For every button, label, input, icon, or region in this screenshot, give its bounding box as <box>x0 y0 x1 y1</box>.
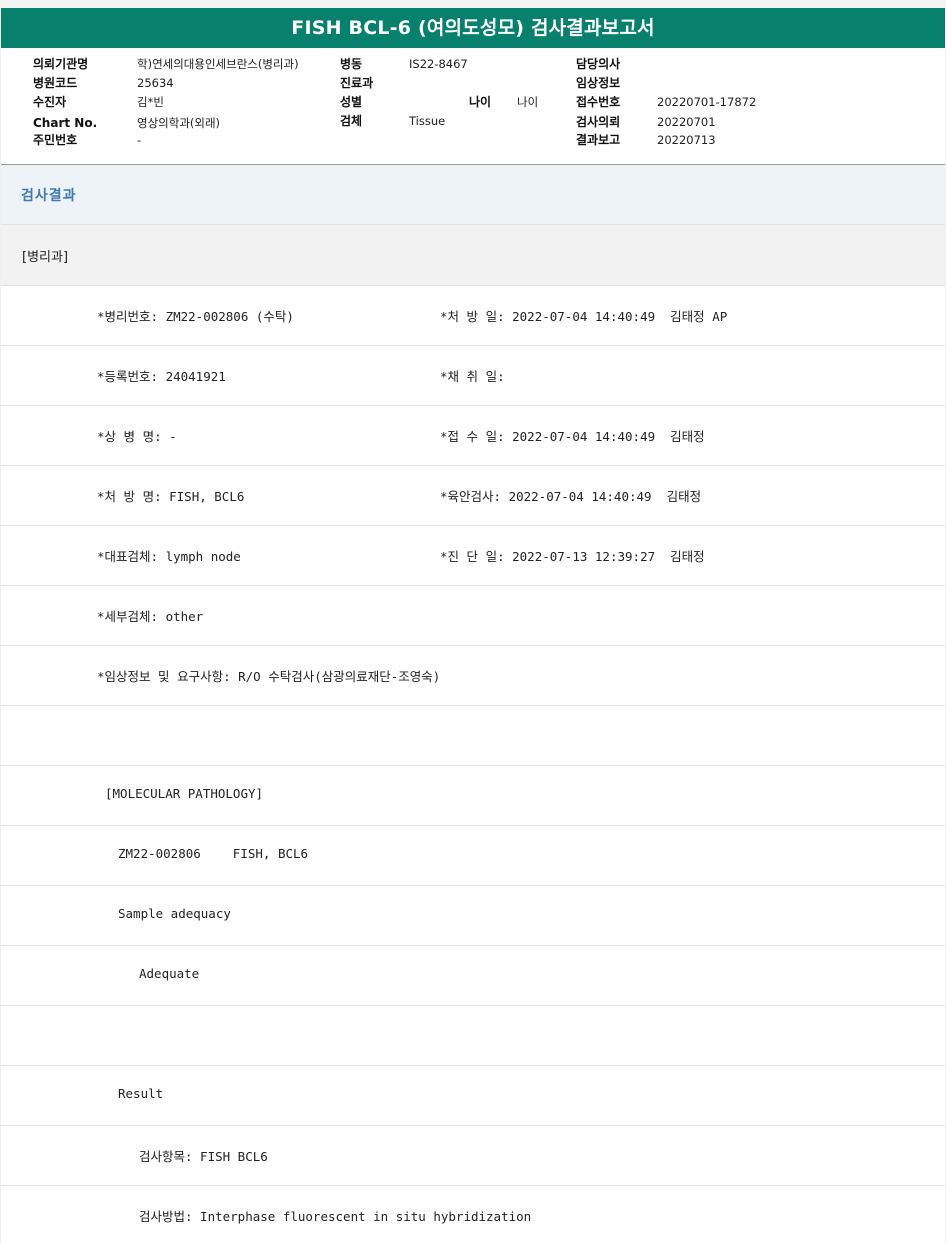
result-row: *상 병 명: - *접 수 일: 2022-07-04 14:40:49 김태… <box>1 406 945 466</box>
label-report-date: 결과보고 <box>576 133 621 147</box>
value-ward: IS22-8467 <box>409 57 468 71</box>
label-ward: 병동 <box>340 57 363 71</box>
representative-specimen: *대표검체: lymph node <box>97 549 241 564</box>
result-row: 검사항목: FISH BCL6 <box>1 1126 945 1186</box>
section-header-results: 검사결과 <box>1 166 945 225</box>
clinical-request: *임상정보 및 요구사항: R/O 수탁검사(삼광의료재단-조영숙) <box>97 669 441 684</box>
prescription-date: *처 방 일: 2022-07-04 14:40:49 김태정 AP <box>440 309 728 324</box>
label-age: 나이 <box>469 95 492 109</box>
value-requesting-institution: 학)연세의대용인세브란스(병리과) <box>137 57 299 71</box>
top-strip <box>0 0 946 8</box>
blank-row <box>1 706 945 766</box>
label-sex: 성별 <box>340 95 363 109</box>
result-row: *대표검체: lymph node *진 단 일: 2022-07-13 12:… <box>1 526 945 586</box>
test-item: 검사항목: FISH BCL6 <box>139 1149 268 1164</box>
diagnosis-date: *진 단 일: 2022-07-13 12:39:27 김태정 <box>440 549 705 564</box>
value-request-date: 20220701 <box>657 115 716 129</box>
result-row: Result <box>1 1066 945 1126</box>
label-clinical-info: 임상정보 <box>576 76 621 90</box>
section-title: 검사결과 <box>21 188 77 204</box>
value-chart-no: 영상의학과(외래) <box>137 116 221 130</box>
pathology-number: *병리번호: ZM22-002806 (수탁) <box>97 309 294 324</box>
value-age: 나이 <box>517 95 539 109</box>
case-number: ZM22-002806 <box>118 846 201 861</box>
result-row: *처 방 명: FISH, BCL6 *육안검사: 2022-07-04 14:… <box>1 466 945 526</box>
report-page: FISH BCL-6 (여의도성모) 검사결과보고서 의뢰기관명 학)연세의대용… <box>0 0 946 1243</box>
result-label: Result <box>118 1086 164 1101</box>
value-accession-number: 20220701-17872 <box>657 95 757 109</box>
gross-exam-date: *육안검사: 2022-07-04 14:40:49 김태정 <box>440 489 702 504</box>
result-row: *등록번호: 24041921 *채 취 일: <box>1 346 945 406</box>
label-patient: 수진자 <box>33 95 67 109</box>
value-patient: 김*빈 <box>137 95 164 109</box>
label-attending-doctor: 담당의사 <box>576 57 621 71</box>
label-resident-number: 주민번호 <box>33 133 78 147</box>
subsection-title: [병리과] <box>22 250 69 265</box>
label-accession-number: 접수번호 <box>576 95 621 109</box>
label-request-date: 검사의뢰 <box>576 115 621 129</box>
label-requesting-institution: 의뢰기관명 <box>33 57 89 71</box>
blank-row <box>1 1006 945 1066</box>
result-row: ZM22-002806 FISH, BCL6 <box>1 826 945 886</box>
test-method: 검사방법: Interphase fluorescent in situ hyb… <box>139 1209 532 1224</box>
receipt-date: *접 수 일: 2022-07-04 14:40:49 김태정 <box>440 429 705 444</box>
label-department: 진료과 <box>340 76 374 90</box>
result-row: *임상정보 및 요구사항: R/O 수탁검사(삼광의료재단-조영숙) <box>1 646 945 706</box>
molecular-pathology-heading: [MOLECULAR PATHOLOGY] <box>105 786 264 801</box>
result-row: [MOLECULAR PATHOLOGY] <box>1 766 945 826</box>
value-resident-number: - <box>137 133 142 147</box>
value-hospital-code: 25634 <box>137 76 174 90</box>
detailed-specimen: *세부검체: other <box>97 609 204 624</box>
result-rows: *병리번호: ZM22-002806 (수탁) *처 방 일: 2022-07-… <box>1 286 945 1243</box>
value-report-date: 20220713 <box>657 133 716 147</box>
collection-date: *채 취 일: <box>440 369 505 384</box>
patient-info-header: 의뢰기관명 학)연세의대용인세브란스(병리과) 병원코드 25634 수진자 김… <box>1 48 945 165</box>
value-specimen: Tissue <box>409 114 446 128</box>
case-line: ZM22-002806 FISH, BCL6 <box>118 846 308 861</box>
prescription-name: *처 방 명: FISH, BCL6 <box>97 489 245 504</box>
diagnosis-name: *상 병 명: - <box>97 429 177 444</box>
sample-adequacy-label: Sample adequacy <box>118 906 231 921</box>
result-row: Adequate <box>1 946 945 1006</box>
report-title: FISH BCL-6 (여의도성모) 검사결과보고서 <box>1 8 945 48</box>
result-row: *병리번호: ZM22-002806 (수탁) *처 방 일: 2022-07-… <box>1 286 945 346</box>
result-row: 검사방법: Interphase fluorescent in situ hyb… <box>1 1186 945 1243</box>
label-hospital-code: 병원코드 <box>33 76 78 90</box>
result-row: Sample adequacy <box>1 886 945 946</box>
result-row: *세부검체: other <box>1 586 945 646</box>
label-chart-no: Chart No. <box>33 116 98 130</box>
sample-adequacy-value: Adequate <box>139 966 200 981</box>
subsection-pathology: [병리과] <box>1 225 945 286</box>
label-specimen: 검체 <box>340 114 363 128</box>
test-name: FISH, BCL6 <box>232 846 309 861</box>
registration-number: *등록번호: 24041921 <box>97 369 226 384</box>
